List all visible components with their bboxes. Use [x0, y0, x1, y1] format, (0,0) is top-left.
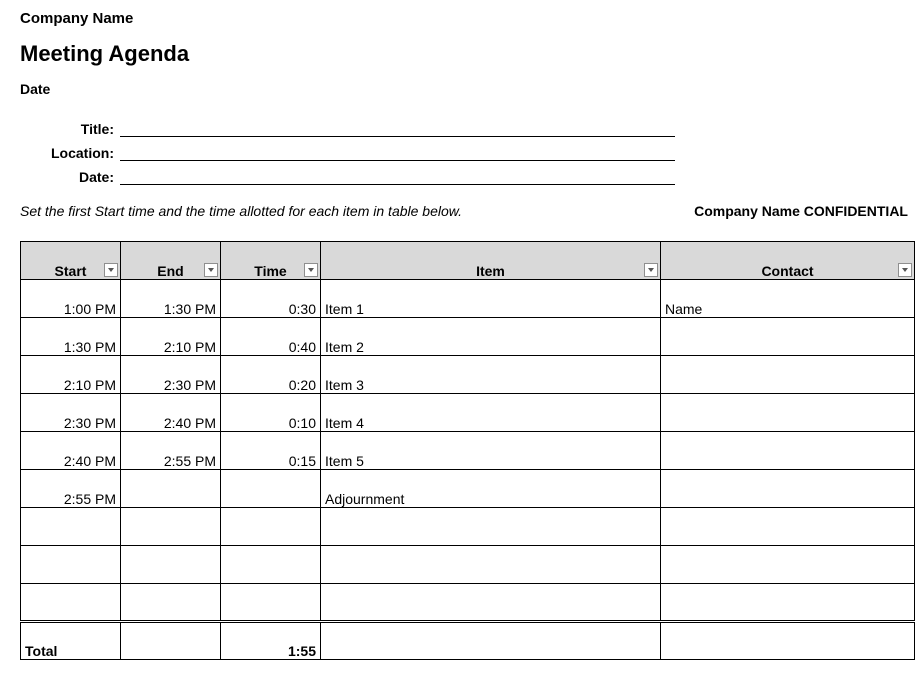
meta-location-label: Location: [40, 145, 120, 161]
filter-dropdown-icon[interactable] [898, 263, 912, 277]
col-header-item[interactable]: Item [321, 242, 661, 280]
total-contact [661, 622, 915, 660]
cell-end[interactable] [121, 584, 221, 622]
cell-end[interactable] [121, 470, 221, 508]
cell-contact[interactable] [661, 394, 915, 432]
cell-end[interactable]: 1:30 PM [121, 280, 221, 318]
filter-dropdown-icon[interactable] [644, 263, 658, 277]
cell-item[interactable] [321, 546, 661, 584]
meta-block: Title: Location: Date: [40, 119, 916, 185]
cell-item[interactable]: Item 4 [321, 394, 661, 432]
cell-contact[interactable] [661, 546, 915, 584]
cell-time[interactable]: 0:20 [221, 356, 321, 394]
col-header-time[interactable]: Time [221, 242, 321, 280]
cell-start[interactable]: 2:30 PM [21, 394, 121, 432]
cell-time[interactable] [221, 584, 321, 622]
meta-date-label: Date: [40, 169, 120, 185]
cell-time[interactable]: 0:40 [221, 318, 321, 356]
cell-contact[interactable]: Name [661, 280, 915, 318]
cell-time[interactable]: 0:10 [221, 394, 321, 432]
table-row: 1:30 PM 2:10 PM 0:40 Item 2 [21, 318, 915, 356]
cell-time[interactable] [221, 546, 321, 584]
cell-start[interactable]: 2:10 PM [21, 356, 121, 394]
instructions-text: Set the first Start time and the time al… [20, 203, 462, 219]
cell-start[interactable]: 2:40 PM [21, 432, 121, 470]
total-end [121, 622, 221, 660]
cell-start[interactable]: 1:00 PM [21, 280, 121, 318]
col-header-contact-label: Contact [761, 263, 813, 279]
col-header-contact[interactable]: Contact [661, 242, 915, 280]
meta-row-title: Title: [40, 119, 916, 137]
col-header-item-label: Item [476, 263, 505, 279]
table-row: 2:55 PM Adjournment [21, 470, 915, 508]
agenda-table: Start End Time Item [20, 241, 915, 660]
cell-start[interactable] [21, 546, 121, 584]
total-time: 1:55 [221, 622, 321, 660]
cell-item[interactable]: Item 2 [321, 318, 661, 356]
page-title: Meeting Agenda [20, 41, 916, 67]
table-row: 2:30 PM 2:40 PM 0:10 Item 4 [21, 394, 915, 432]
meta-date-input[interactable] [120, 167, 675, 185]
cell-start[interactable]: 2:55 PM [21, 470, 121, 508]
total-item [321, 622, 661, 660]
filter-dropdown-icon[interactable] [104, 263, 118, 277]
col-header-end-label: End [157, 263, 183, 279]
col-header-start-label: Start [55, 263, 87, 279]
col-header-end[interactable]: End [121, 242, 221, 280]
cell-item[interactable]: Item 1 [321, 280, 661, 318]
filter-dropdown-icon[interactable] [304, 263, 318, 277]
cell-end[interactable] [121, 508, 221, 546]
cell-time[interactable]: 0:15 [221, 432, 321, 470]
cell-time[interactable]: 0:30 [221, 280, 321, 318]
cell-item[interactable] [321, 508, 661, 546]
cell-contact[interactable] [661, 508, 915, 546]
date-heading: Date [20, 81, 916, 97]
cell-start[interactable] [21, 508, 121, 546]
cell-contact[interactable] [661, 318, 915, 356]
table-header-row: Start End Time Item [21, 242, 915, 280]
cell-contact[interactable] [661, 584, 915, 622]
cell-end[interactable]: 2:30 PM [121, 356, 221, 394]
total-row: Total 1:55 [21, 622, 915, 660]
confidential-text: Company Name CONFIDENTIAL [694, 203, 908, 219]
cell-start[interactable]: 1:30 PM [21, 318, 121, 356]
col-header-start[interactable]: Start [21, 242, 121, 280]
company-name: Company Name [20, 10, 916, 27]
meta-row-date: Date: [40, 167, 916, 185]
cell-end[interactable]: 2:40 PM [121, 394, 221, 432]
col-header-time-label: Time [254, 263, 286, 279]
cell-end[interactable]: 2:55 PM [121, 432, 221, 470]
cell-end[interactable] [121, 546, 221, 584]
cell-contact[interactable] [661, 432, 915, 470]
cell-end[interactable]: 2:10 PM [121, 318, 221, 356]
table-row [21, 584, 915, 622]
table-row: 2:40 PM 2:55 PM 0:15 Item 5 [21, 432, 915, 470]
meta-location-input[interactable] [120, 143, 675, 161]
filter-dropdown-icon[interactable] [204, 263, 218, 277]
cell-contact[interactable] [661, 356, 915, 394]
meta-title-label: Title: [40, 121, 120, 137]
cell-item[interactable]: Adjournment [321, 470, 661, 508]
instruction-row: Set the first Start time and the time al… [20, 203, 916, 219]
total-label: Total [21, 622, 121, 660]
cell-time[interactable] [221, 470, 321, 508]
table-row [21, 508, 915, 546]
cell-item[interactable] [321, 584, 661, 622]
meta-row-location: Location: [40, 143, 916, 161]
cell-item[interactable]: Item 3 [321, 356, 661, 394]
meta-title-input[interactable] [120, 119, 675, 137]
table-row: 1:00 PM 1:30 PM 0:30 Item 1 Name [21, 280, 915, 318]
cell-contact[interactable] [661, 470, 915, 508]
cell-item[interactable]: Item 5 [321, 432, 661, 470]
table-row [21, 546, 915, 584]
cell-time[interactable] [221, 508, 321, 546]
table-row: 2:10 PM 2:30 PM 0:20 Item 3 [21, 356, 915, 394]
cell-start[interactable] [21, 584, 121, 622]
